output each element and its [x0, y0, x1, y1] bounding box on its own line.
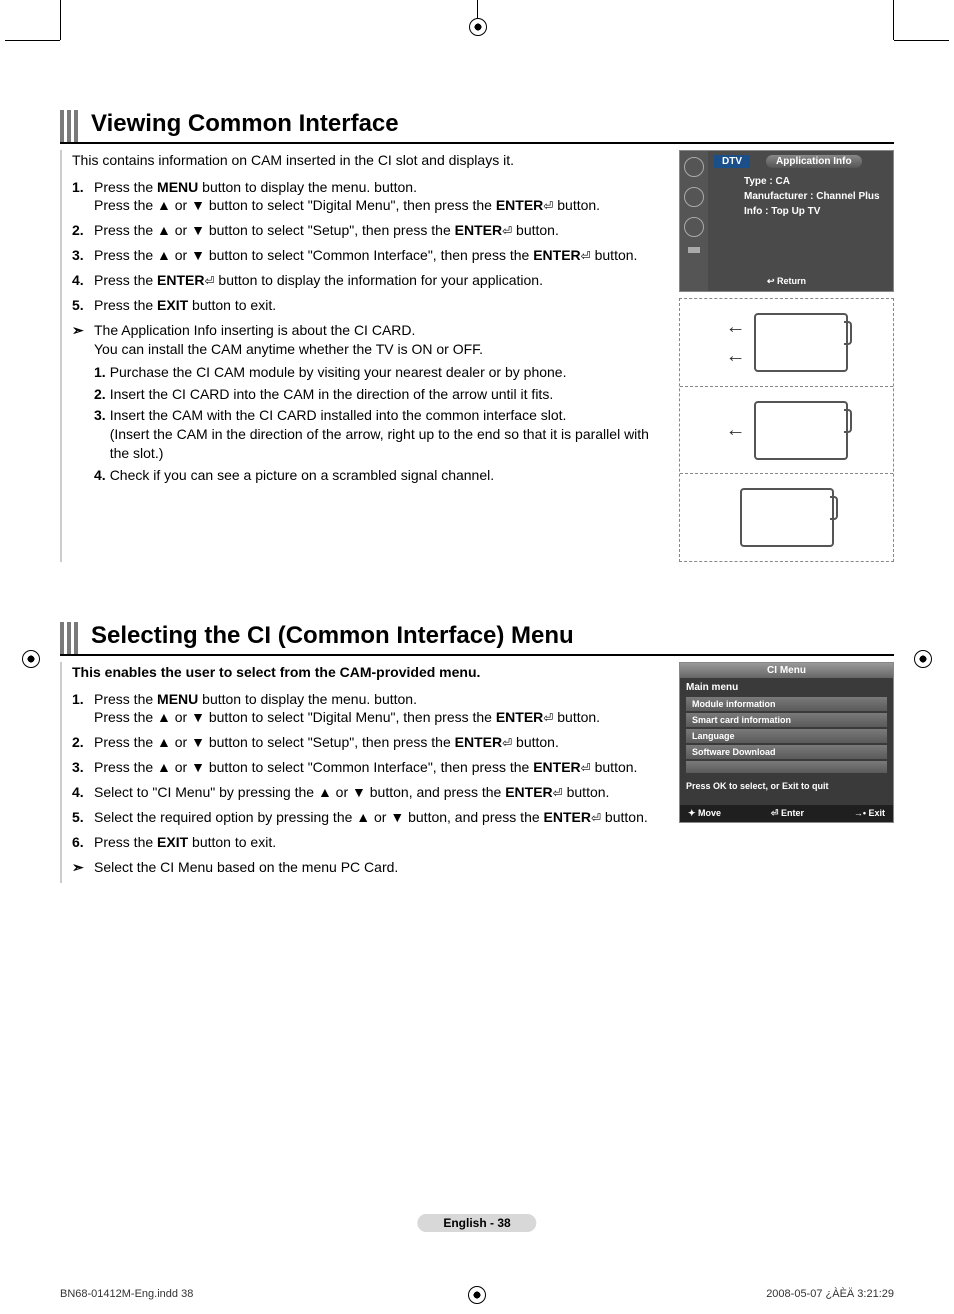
- ci-menu-item: Module information: [686, 697, 887, 711]
- crop-mark: [5, 40, 60, 41]
- ci-menu-move: ✦ Move: [688, 808, 721, 819]
- doc-filename: BN68-01412M-Eng.indd 38: [60, 1288, 193, 1300]
- tv-outline-icon: [754, 401, 848, 460]
- step-text: Press the ▲ or ▼ button to select "Setup…: [94, 221, 667, 240]
- ci-menu-enter: ⏎ Enter: [771, 808, 804, 819]
- substep-number: 3.: [94, 406, 106, 463]
- step-number: 1.: [72, 178, 94, 216]
- substep-text: Purchase the CI CAM module by visiting y…: [110, 363, 667, 382]
- header-bars-icon: [60, 110, 81, 142]
- arrow-left-icon: ←: [726, 316, 746, 339]
- step-number: 5.: [72, 296, 94, 315]
- section-intro: This contains information on CAM inserte…: [72, 152, 667, 170]
- ci-menu-main: Main menu: [680, 678, 893, 697]
- step-number: 3.: [72, 758, 94, 777]
- step-text: Press the EXIT button to exit.: [94, 833, 667, 852]
- globe-icon: [684, 157, 704, 177]
- ci-menu-help: Press OK to select, or Exit to quit: [680, 777, 893, 795]
- section-header: Viewing Common Interface: [60, 110, 894, 144]
- step-text: Select the required option by pressing t…: [94, 808, 667, 827]
- dtv-badge: DTV: [714, 155, 750, 168]
- step-number: 5.: [72, 808, 94, 827]
- note-arrow-icon: ➣: [72, 321, 94, 488]
- tv-outline-icon: [754, 313, 848, 372]
- crop-mark: [60, 0, 61, 40]
- step-text: Press the ▲ or ▼ button to select "Commo…: [94, 246, 667, 265]
- ci-menu-blank: [686, 761, 887, 773]
- step-number: 3.: [72, 246, 94, 265]
- tv-outline-icon: [740, 488, 834, 547]
- ci-menu-item: Software Download: [686, 745, 887, 759]
- substep-number: 1.: [94, 363, 106, 382]
- note-text: The Application Info inserting is about …: [94, 321, 667, 488]
- step-text: Select to "CI Menu" by pressing the ▲ or…: [94, 783, 667, 802]
- app-mfr: Manufacturer : Channel Plus: [744, 191, 887, 202]
- step-text: Press the MENU button to display the men…: [94, 690, 667, 728]
- app-type: Type : CA: [744, 176, 887, 187]
- down-icon: [688, 247, 700, 253]
- ci-card-diagram: ← ← ←: [679, 298, 894, 562]
- step-text: Press the ENTER⏎ button to display the i…: [94, 271, 667, 290]
- doc-timestamp: 2008-05-07 ¿ÀÈÄ 3:21:29: [766, 1288, 894, 1300]
- registration-mark-left: [22, 650, 40, 668]
- step-number: 1.: [72, 690, 94, 728]
- step-text: Press the MENU button to display the men…: [94, 178, 667, 216]
- arrow-left-icon: ←: [726, 345, 746, 368]
- registration-mark-top: [477, 0, 478, 18]
- step-text: Press the ▲ or ▼ button to select "Setup…: [94, 733, 667, 752]
- ci-menu-exit: →• Exit: [854, 808, 885, 819]
- application-info-screenshot: DTV Application Info Type : CA Manufactu…: [679, 150, 894, 292]
- ci-menu-item: Smart card information: [686, 713, 887, 727]
- step-text: Press the EXIT button to exit.: [94, 296, 667, 315]
- step-number: 2.: [72, 733, 94, 752]
- substep-text: Insert the CAM with the CI CARD installe…: [110, 406, 667, 463]
- section-title: Viewing Common Interface: [91, 110, 399, 142]
- ci-menu-screenshot: CI Menu Main menu Module information Smar…: [679, 662, 894, 823]
- section-header: Selecting the CI (Common Interface) Menu: [60, 622, 894, 656]
- substep-text: Check if you can see a picture on a scra…: [110, 466, 667, 485]
- step-text: Press the ▲ or ▼ button to select "Commo…: [94, 758, 667, 777]
- header-bars-icon: [60, 622, 81, 654]
- note-arrow-icon: ➣: [72, 858, 94, 877]
- step-number: 4.: [72, 271, 94, 290]
- substep-number: 4.: [94, 466, 106, 485]
- drop-icon: [684, 187, 704, 207]
- registration-mark-right: [914, 650, 932, 668]
- note-text: Select the CI Menu based on the menu PC …: [94, 858, 667, 877]
- substep-number: 2.: [94, 385, 106, 404]
- crop-mark: [894, 40, 949, 41]
- app-info-line: Info : Top Up TV: [744, 206, 887, 217]
- section-title: Selecting the CI (Common Interface) Menu: [91, 622, 574, 654]
- ci-menu-item: Language: [686, 729, 887, 743]
- step-number: 4.: [72, 783, 94, 802]
- arrow-left-icon: ←: [726, 419, 746, 442]
- return-label: ↩ Return: [767, 276, 806, 287]
- step-number: 6.: [72, 833, 94, 852]
- ci-menu-title: CI Menu: [680, 663, 893, 678]
- step-number: 2.: [72, 221, 94, 240]
- app-info-title: Application Info: [766, 155, 862, 168]
- gear-icon: [684, 217, 704, 237]
- section-intro: This enables the user to select from the…: [72, 664, 667, 682]
- page-number-label: English - 38: [417, 1214, 536, 1232]
- substep-text: Insert the CI CARD into the CAM in the d…: [110, 385, 667, 404]
- crop-mark: [893, 0, 894, 40]
